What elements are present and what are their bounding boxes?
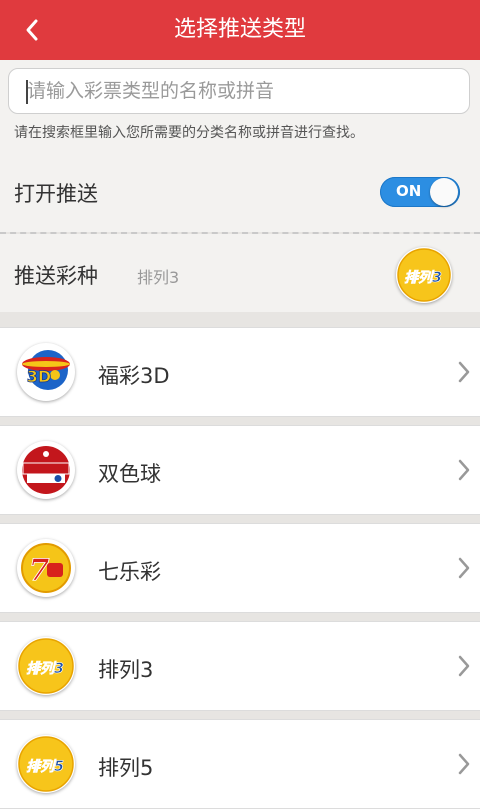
pailie5-logo: 排列5: [17, 735, 75, 793]
toggle-on-text: ON: [396, 182, 422, 200]
qilecai-logo: 7: [17, 539, 75, 597]
svg-text:7: 7: [29, 553, 50, 588]
chevron-right-icon: [458, 753, 470, 775]
svg-text:3D: 3D: [27, 367, 51, 386]
lottery-name: 排列3: [98, 658, 154, 682]
push-toggle-switch[interactable]: ON: [380, 177, 460, 207]
pailie3-logo-text: 排列3: [404, 269, 442, 286]
lottery-name: 七乐彩: [98, 560, 161, 584]
page-title: 选择推送类型: [173, 17, 306, 42]
push-type-label: 推送彩种: [14, 264, 98, 288]
pailie3-logo-text: 排列3: [26, 660, 64, 677]
search-input[interactable]: [9, 69, 469, 113]
lottery-name: 双色球: [98, 462, 161, 486]
chevron-right-icon: [458, 655, 470, 677]
chevron-right-icon: [458, 459, 470, 481]
header-bar: 选择推送类型: [0, 0, 480, 60]
pailie5-logo-text: 排列5: [26, 758, 64, 775]
lottery-name: 排列5: [98, 756, 154, 780]
chevron-right-icon: [458, 557, 470, 579]
push-toggle-label: 打开推送: [14, 182, 98, 206]
search-box[interactable]: [8, 68, 470, 114]
toggle-knob[interactable]: [430, 178, 458, 206]
push-type-row[interactable]: 推送彩种 排列3 排列3: [0, 234, 480, 312]
lottery-item-fucai3d[interactable]: 3D 福彩3D: [0, 327, 480, 417]
pailie3-logo: 排列3: [17, 637, 75, 695]
lottery-item-pailie3[interactable]: 排列3 排列3: [0, 621, 480, 711]
fucai-3d-logo: 3D: [17, 343, 75, 401]
pailie3-logo: 排列3: [396, 247, 452, 303]
search-hint: 请在搜索框里输入您所需要的分类名称或拼音进行查找。: [14, 125, 364, 141]
lottery-item-shuangseqiu[interactable]: 双色球: [0, 425, 480, 515]
lottery-item-pailie5[interactable]: 排列5 排列5: [0, 719, 480, 809]
search-section: 请在搜索框里输入您所需要的分类名称或拼音进行查找。: [0, 60, 480, 154]
chevron-right-icon: [458, 361, 470, 383]
text-cursor: [26, 80, 28, 104]
push-type-value: 排列3: [137, 268, 180, 287]
lottery-name: 福彩3D: [98, 364, 170, 388]
shuangseqiu-logo: [17, 441, 75, 499]
lottery-item-qilecai[interactable]: 7 七乐彩: [0, 523, 480, 613]
